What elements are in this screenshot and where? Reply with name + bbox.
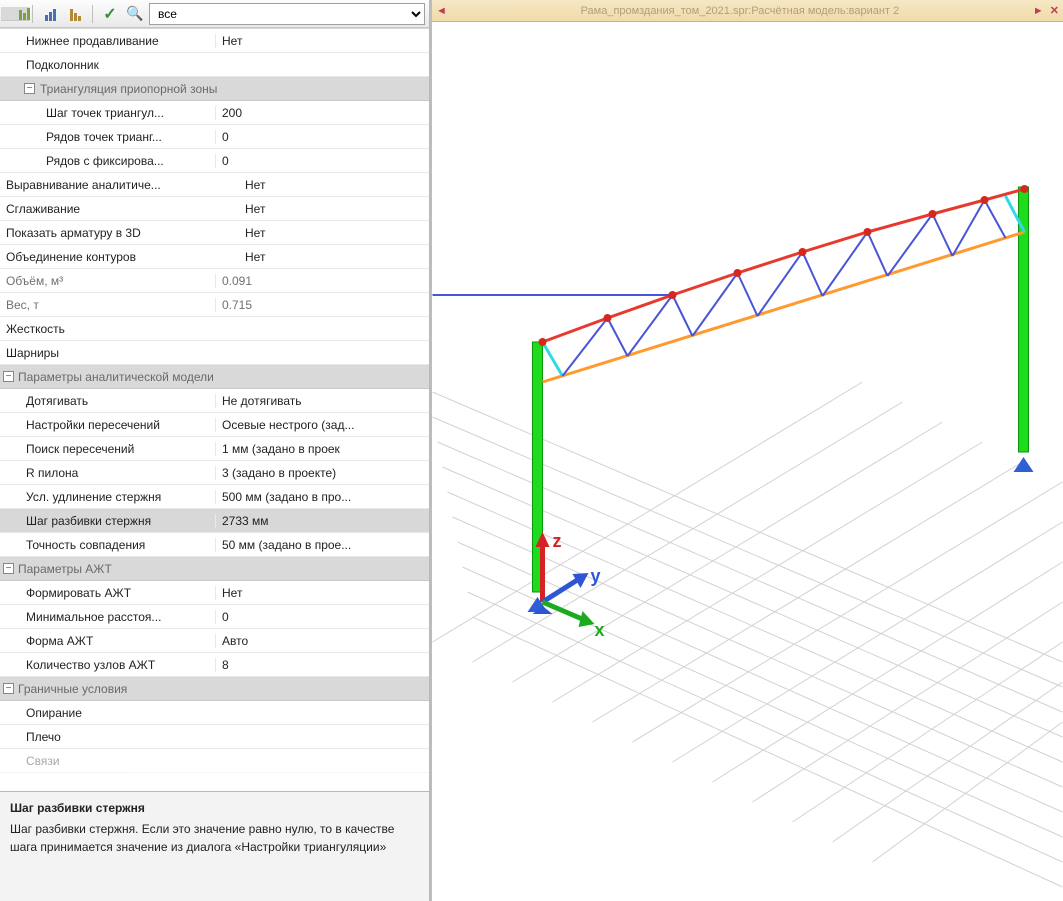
viewport-tab-bar: ◄ Рама_промздания_том_2021.spr:Расчётная… [432, 0, 1063, 22]
prop-row[interactable]: Плечо [0, 725, 429, 749]
help-panel: Шаг разбивки стержня Шаг разбивки стержн… [0, 791, 429, 901]
sort-desc-button[interactable] [64, 3, 86, 25]
axis-x-label: x [595, 620, 605, 640]
prop-row[interactable]: Выравнивание аналитиче...Нет [0, 173, 429, 197]
prop-row[interactable]: Шаг точек триангул...200 [0, 101, 429, 125]
prop-row[interactable]: Точность совпадения50 мм (задано в прое.… [0, 533, 429, 557]
prop-row[interactable]: Рядов точек трианг...0 [0, 125, 429, 149]
prop-row[interactable]: Форма АЖТАвто [0, 629, 429, 653]
apply-button[interactable]: ✓ [99, 3, 121, 25]
3d-scene[interactable]: z y x [432, 22, 1063, 901]
help-body: Шаг разбивки стержня. Если это значение … [10, 821, 419, 856]
toolbar-sep [32, 5, 33, 23]
expander-icon[interactable]: − [24, 83, 35, 94]
prop-row[interactable]: Минимальное расстоя...0 [0, 605, 429, 629]
prop-row[interactable]: Количество узлов АЖТ8 [0, 653, 429, 677]
search-icon: 🔍 [126, 5, 143, 22]
prop-row[interactable]: Настройки пересеченийОсевые нестрого (за… [0, 413, 429, 437]
prop-row[interactable]: СглаживаниеНет [0, 197, 429, 221]
expander-icon[interactable]: − [3, 683, 14, 694]
prop-row[interactable]: Связи [0, 749, 429, 773]
toolbar-sep [92, 5, 93, 23]
prop-row[interactable]: Шарниры [0, 341, 429, 365]
sort-asc-button[interactable] [39, 3, 61, 25]
search-button[interactable]: 🔍 [124, 3, 146, 25]
filter-select[interactable]: все [149, 3, 425, 25]
prop-row[interactable]: R пилона3 (задано в проекте) [0, 461, 429, 485]
prop-row-selected[interactable]: Шаг разбивки стержня2733 мм [0, 509, 429, 533]
property-panel: ✓ 🔍 все Нижнее продавливаниеНет Подколон… [0, 0, 430, 901]
prop-row[interactable]: Рядов с фиксирова...0 [0, 149, 429, 173]
prop-row-volume: Объём, м³0.091 [0, 269, 429, 293]
prop-row[interactable]: Подколонник [0, 53, 429, 77]
3d-viewport[interactable]: ◄ Рама_промздания_том_2021.spr:Расчётная… [430, 0, 1063, 901]
property-grid[interactable]: Нижнее продавливаниеНет Подколонник −Три… [0, 28, 429, 791]
tab-close-icon[interactable]: ✕ [1050, 4, 1059, 17]
axis-z-label: z [553, 531, 562, 551]
category-azht[interactable]: −Параметры АЖТ [0, 557, 429, 581]
tab-nav-left-icon[interactable]: ◄ [436, 5, 447, 17]
prop-row[interactable]: Поиск пересечений1 мм (задано в проек [0, 437, 429, 461]
prop-row[interactable]: Объединение контуровНет [0, 245, 429, 269]
prop-row[interactable]: Показать арматуру в 3DНет [0, 221, 429, 245]
category-triangulation[interactable]: −Триангуляция приопорной зоны [0, 77, 429, 101]
prop-row[interactable]: Формировать АЖТНет [0, 581, 429, 605]
expander-icon[interactable]: − [3, 371, 14, 382]
help-title: Шаг разбивки стержня [10, 800, 419, 817]
categorize-button[interactable] [4, 3, 26, 25]
prop-row[interactable]: Нижнее продавливаниеНет [0, 29, 429, 53]
prop-row[interactable]: Опирание [0, 701, 429, 725]
axis-y-label: y [591, 566, 601, 586]
axes-gizmo: z y x [432, 22, 1063, 901]
category-boundary[interactable]: −Граничные условия [0, 677, 429, 701]
prop-row[interactable]: Жесткость [0, 317, 429, 341]
prop-row[interactable]: ДотягиватьНе дотягивать [0, 389, 429, 413]
category-analytic[interactable]: −Параметры аналитической модели [0, 365, 429, 389]
viewport-tab-title[interactable]: Рама_промздания_том_2021.spr:Расчётная м… [453, 5, 1027, 17]
prop-row[interactable]: Усл. удлинение стержня500 мм (задано в п… [0, 485, 429, 509]
tab-nav-right-icon[interactable]: ► [1033, 5, 1044, 17]
property-toolbar: ✓ 🔍 все [0, 0, 429, 28]
expander-icon[interactable]: − [3, 563, 14, 574]
prop-row-weight: Вес, т0.715 [0, 293, 429, 317]
check-icon: ✓ [103, 4, 116, 24]
